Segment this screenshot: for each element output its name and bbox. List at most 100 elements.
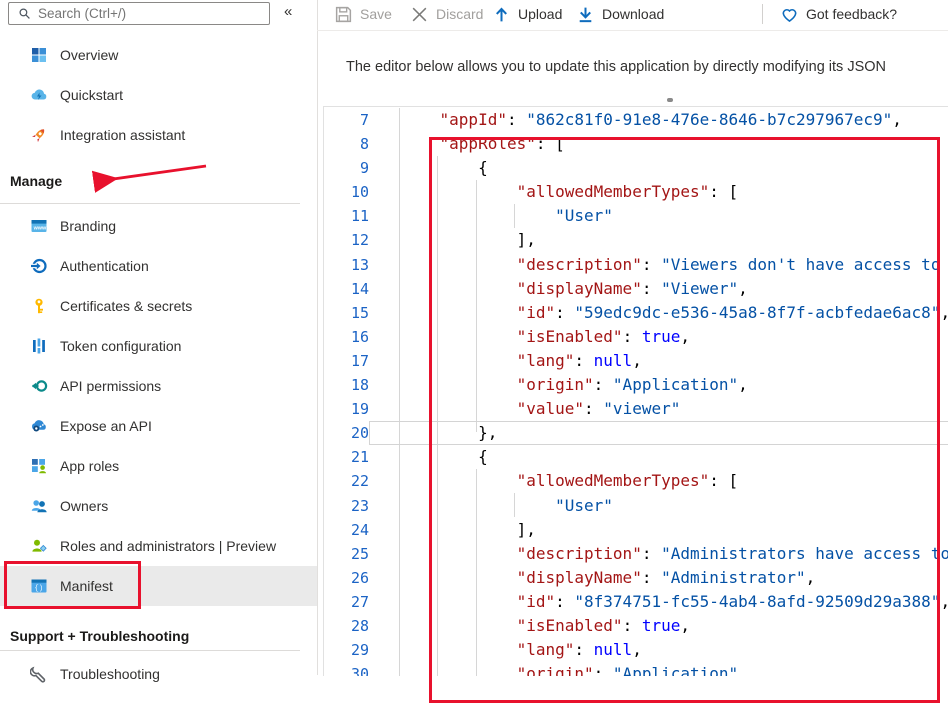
code-line: 9 { (324, 156, 948, 180)
line-number: 13 (324, 253, 371, 277)
line-number: 7 (324, 108, 371, 132)
manage-section-header: Manage (10, 173, 62, 189)
sidebar-item-integration-assistant[interactable]: Integration assistant (0, 115, 317, 155)
download-button[interactable]: Download (576, 0, 664, 28)
sidebar-item-label: API permissions (60, 378, 161, 394)
line-number: 21 (324, 445, 371, 469)
expose-api-icon (30, 417, 48, 435)
code-line-text: "description": "Viewers don't have acces… (371, 253, 948, 277)
line-number: 18 (324, 373, 371, 397)
code-line-text: "User" (371, 494, 948, 518)
toolbar-button-label: Got feedback? (806, 6, 897, 22)
line-number: 22 (324, 469, 371, 493)
line-number: 12 (324, 228, 371, 252)
discard-button[interactable]: Discard (410, 0, 483, 28)
clipped-line-fragment (667, 98, 673, 102)
code-line: 23 "User" (324, 494, 948, 518)
code-line-text: "appId": "862c81f0-91e8-476e-8646-b7c297… (371, 108, 948, 132)
sidebar-item-label: Expose an API (60, 418, 152, 434)
sidebar-item-token-configuration[interactable]: Token configuration (0, 326, 317, 366)
manage-divider (0, 203, 300, 204)
manifest-icon: {) (30, 577, 48, 595)
line-number: 24 (324, 518, 371, 542)
code-line: 11 "User" (324, 204, 948, 228)
toolbar-divider (317, 30, 948, 31)
sidebar-search[interactable] (8, 2, 270, 25)
sidebar-item-app-roles[interactable]: App roles (0, 446, 317, 486)
line-number: 28 (324, 614, 371, 638)
sidebar-item-label: Roles and administrators | Preview (60, 538, 276, 554)
sidebar-item-label: Integration assistant (60, 127, 185, 143)
got-feedback-button[interactable]: Got feedback? (780, 0, 897, 28)
support-divider (0, 650, 300, 651)
sidebar-item-expose-an-api[interactable]: Expose an API (0, 406, 317, 446)
code-line-text: "lang": null, (371, 349, 948, 373)
sidebar-item-roles-and-administrators-preview[interactable]: Roles and administrators | Preview (0, 526, 317, 566)
code-line: 27 "id": "8f374751-fc55-4ab4-8afd-92509d… (324, 590, 948, 614)
toolbar-button-label: Discard (436, 6, 483, 22)
code-line-text: "origin": "Application", (371, 662, 948, 676)
authentication-icon (30, 257, 48, 275)
feedback-icon (780, 5, 799, 24)
api-permissions-icon (30, 377, 48, 395)
line-number: 30 (324, 662, 371, 676)
sidebar-item-label: Branding (60, 218, 116, 234)
code-line-text: "id": "59edc9dc-e536-45a8-8f7f-acbfedae6… (371, 301, 948, 325)
sidebar-item-label: Token configuration (60, 338, 181, 354)
sidebar-item-certificates-secrets[interactable]: Certificates & secrets (0, 286, 317, 326)
toolbar-separator (762, 4, 763, 24)
search-input[interactable] (38, 6, 269, 21)
line-number: 29 (324, 638, 371, 662)
certificates-icon (30, 297, 48, 315)
troubleshooting-icon (30, 665, 48, 683)
code-line-text: "id": "8f374751-fc55-4ab4-8afd-92509d29a… (371, 590, 948, 614)
sidebar-item-label: Manifest (60, 578, 113, 594)
line-number: 26 (324, 566, 371, 590)
line-number: 25 (324, 542, 371, 566)
code-rows: 7 "appId": "862c81f0-91e8-476e-8646-b7c2… (324, 108, 948, 676)
line-number: 14 (324, 277, 371, 301)
code-line-text: "User" (371, 204, 948, 228)
line-number: 19 (324, 397, 371, 421)
sidebar-item-quickstart[interactable]: Quickstart (0, 75, 317, 115)
code-line: 8 "appRoles": [ (324, 132, 948, 156)
code-line: 25 "description": "Administrators have a… (324, 542, 948, 566)
line-number: 9 (324, 156, 371, 180)
code-line-text: "description": "Administrators have acce… (371, 542, 948, 566)
sidebar: « Overview Quickstart Integration assistan… (0, 0, 318, 675)
code-line-text: "isEnabled": true, (371, 614, 948, 638)
sidebar-item-troubleshooting[interactable]: Troubleshooting (0, 654, 317, 694)
line-number: 23 (324, 494, 371, 518)
sidebar-item-label: Owners (60, 498, 108, 514)
code-line: 16 "isEnabled": true, (324, 325, 948, 349)
collapse-sidebar-icon[interactable]: « (284, 3, 292, 21)
sidebar-item-manifest[interactable]: {) Manifest (0, 566, 317, 606)
sidebar-item-overview[interactable]: Overview (0, 35, 317, 75)
sidebar-item-branding[interactable]: wwwBranding (0, 206, 317, 246)
code-line-text: { (371, 445, 948, 469)
line-number: 11 (324, 204, 371, 228)
code-line: 21 { (324, 445, 948, 469)
support-section-header: Support + Troubleshooting (10, 628, 189, 644)
code-line: 24 ], (324, 518, 948, 542)
sidebar-item-owners[interactable]: Owners (0, 486, 317, 526)
discard-icon (410, 5, 429, 24)
code-line: 26 "displayName": "Administrator", (324, 566, 948, 590)
code-line-text: "isEnabled": true, (371, 325, 948, 349)
toolbar-button-label: Download (602, 6, 664, 22)
sidebar-item-label: Certificates & secrets (60, 298, 192, 314)
sidebar-item-label: Troubleshooting (60, 666, 160, 682)
code-line: 29 "lang": null, (324, 638, 948, 662)
code-line: 28 "isEnabled": true, (324, 614, 948, 638)
code-line-text: "lang": null, (371, 638, 948, 662)
code-line: 18 "origin": "Application", (324, 373, 948, 397)
code-line: 10 "allowedMemberTypes": [ (324, 180, 948, 204)
sidebar-item-api-permissions[interactable]: API permissions (0, 366, 317, 406)
json-manifest-editor[interactable]: 7 "appId": "862c81f0-91e8-476e-8646-b7c2… (323, 106, 948, 676)
sidebar-item-label: Quickstart (60, 87, 123, 103)
app-roles-icon (30, 457, 48, 475)
save-button[interactable]: Save (334, 0, 392, 28)
upload-button[interactable]: Upload (492, 0, 562, 28)
code-line-text: ], (371, 518, 948, 542)
sidebar-item-authentication[interactable]: Authentication (0, 246, 317, 286)
